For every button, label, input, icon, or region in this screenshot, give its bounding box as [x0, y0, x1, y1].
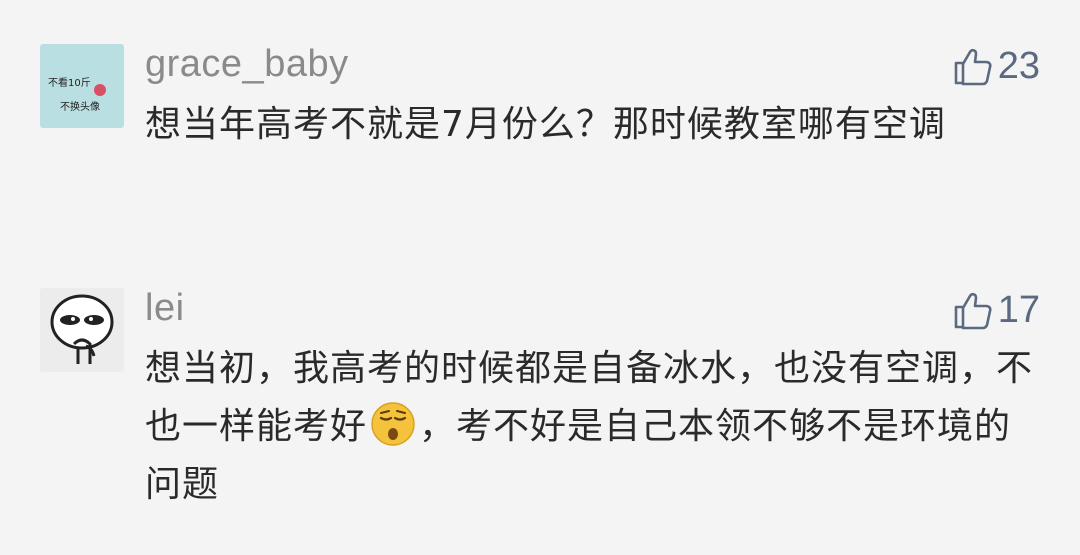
avatar[interactable]: 不看10斤 不换头像 — [40, 44, 124, 128]
like-button[interactable]: 23 — [952, 44, 1040, 88]
like-button[interactable]: 17 — [952, 288, 1040, 332]
username[interactable]: grace_baby — [145, 40, 349, 88]
avatar-text: 不换头像 — [60, 102, 100, 113]
avatar-text: 不看10斤 — [48, 78, 91, 89]
avatar[interactable] — [40, 288, 124, 372]
cartoon-face-icon — [50, 294, 114, 364]
thumbs-up-icon — [954, 292, 992, 330]
thumbs-up-icon — [954, 48, 992, 86]
like-count: 17 — [997, 289, 1040, 331]
comment-text: 想当初，我高考的时候都是自备冰水，也没有空调，不也一样能考好 ，考不好是自己本领… — [145, 340, 1045, 514]
username[interactable]: lei — [145, 284, 185, 332]
comment-text: 想当年高考不就是7月份么？那时候教室哪有空调 — [145, 104, 946, 145]
avatar-figure-icon — [94, 84, 106, 96]
like-count: 23 — [997, 45, 1040, 87]
sleepy-face-emoji — [371, 402, 415, 446]
